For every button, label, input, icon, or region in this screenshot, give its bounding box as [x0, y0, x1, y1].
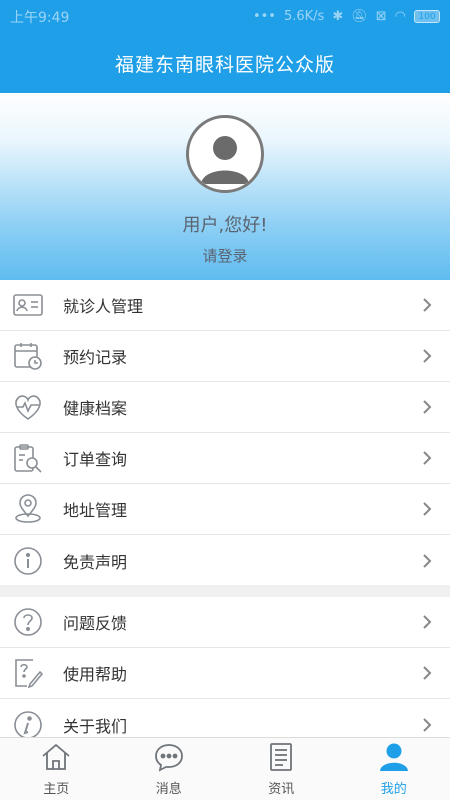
sim-icon: ⊠	[375, 9, 387, 24]
news-icon	[265, 742, 297, 776]
help-edit-icon	[13, 658, 43, 688]
bluetooth-icon: ✱	[332, 9, 344, 24]
menu-label: 地址管理	[63, 501, 128, 520]
menu-item-patient-management[interactable]: 就诊人管理	[0, 280, 450, 331]
menu-label: 问题反馈	[63, 614, 128, 633]
chevron-right-icon	[422, 348, 434, 364]
tab-messages[interactable]: 消息	[113, 738, 226, 800]
status-time: 上午9:49	[10, 9, 70, 26]
wifi-icon: ◠	[394, 9, 406, 24]
tab-mine[interactable]: 我的	[338, 738, 450, 800]
bottom-tab-bar: 主页 消息 资讯 我的	[0, 737, 450, 800]
chat-bubble-icon	[153, 742, 185, 776]
tab-label: 我的	[380, 782, 407, 797]
menu-item-feedback[interactable]: 问题反馈	[0, 597, 450, 648]
title-bar: 福建东南眼科医院公众版	[0, 33, 450, 93]
profile-header: 用户,您好! 请登录	[0, 93, 450, 280]
chevron-right-icon	[422, 717, 434, 733]
tab-label: 资讯	[268, 782, 295, 797]
more-dots-icon: •••	[252, 9, 276, 24]
menu-item-appointment-records[interactable]: 预约记录	[0, 331, 450, 382]
menu-item-disclaimer[interactable]: 免责声明	[0, 535, 450, 586]
calendar-clock-icon	[13, 341, 43, 371]
menu-label: 免责声明	[63, 552, 128, 572]
tab-home[interactable]: 主页	[0, 738, 113, 800]
tab-label: 消息	[155, 782, 182, 797]
menu-group-support: 问题反馈 使用帮助 关于我们	[0, 597, 450, 750]
home-icon	[40, 742, 72, 776]
status-bar: 上午9:49 ••• 5.6K/s ✱ 🔕︎ ⊠ ◠ 100	[0, 0, 450, 33]
mute-bell-icon: 🔕︎	[351, 9, 368, 24]
status-indicators: ••• 5.6K/s ✱ 🔕︎ ⊠ ◠ 100	[253, 9, 440, 24]
menu-item-help[interactable]: 使用帮助	[0, 648, 450, 699]
chevron-right-icon	[422, 614, 434, 630]
chevron-right-icon	[422, 501, 434, 517]
login-link[interactable]: 请登录	[0, 245, 450, 266]
tab-news[interactable]: 资讯	[225, 738, 338, 800]
chevron-right-icon	[422, 450, 434, 466]
menu-item-order-query[interactable]: 订单查询	[0, 433, 450, 484]
chevron-right-icon	[422, 665, 434, 681]
network-speed: 5.6K/s	[283, 9, 325, 24]
menu-label: 预约记录	[63, 348, 128, 367]
menu-item-health-records[interactable]: 健康档案	[0, 382, 450, 433]
menu-group-account: 就诊人管理 预约记录 健康档案 订单查询 地址管理 免责声明	[0, 280, 450, 586]
patient-card-icon	[13, 290, 43, 320]
question-circle-icon	[13, 607, 43, 637]
default-user-icon	[201, 136, 249, 184]
chevron-right-icon	[422, 297, 434, 313]
avatar[interactable]	[186, 115, 264, 193]
info-italic-icon	[13, 710, 43, 740]
menu-item-address-management[interactable]: 地址管理	[0, 484, 450, 535]
clipboard-search-icon	[13, 443, 43, 473]
chevron-right-icon	[422, 399, 434, 415]
battery-icon: 100	[414, 10, 440, 23]
info-circle-icon	[13, 546, 43, 576]
section-divider	[0, 585, 450, 597]
heart-pulse-icon	[13, 392, 43, 422]
menu-label: 健康档案	[63, 399, 128, 418]
menu-label: 使用帮助	[63, 665, 128, 684]
greeting-text: 用户,您好!	[182, 215, 268, 236]
menu-label: 就诊人管理	[63, 297, 144, 316]
location-pin-icon	[13, 494, 43, 524]
tab-label: 主页	[43, 782, 70, 797]
page-title: 福建东南眼科医院公众版	[114, 53, 335, 76]
menu-label: 订单查询	[63, 450, 128, 469]
user-icon	[378, 742, 410, 776]
menu-label: 关于我们	[63, 716, 128, 736]
chevron-right-icon	[422, 553, 434, 569]
